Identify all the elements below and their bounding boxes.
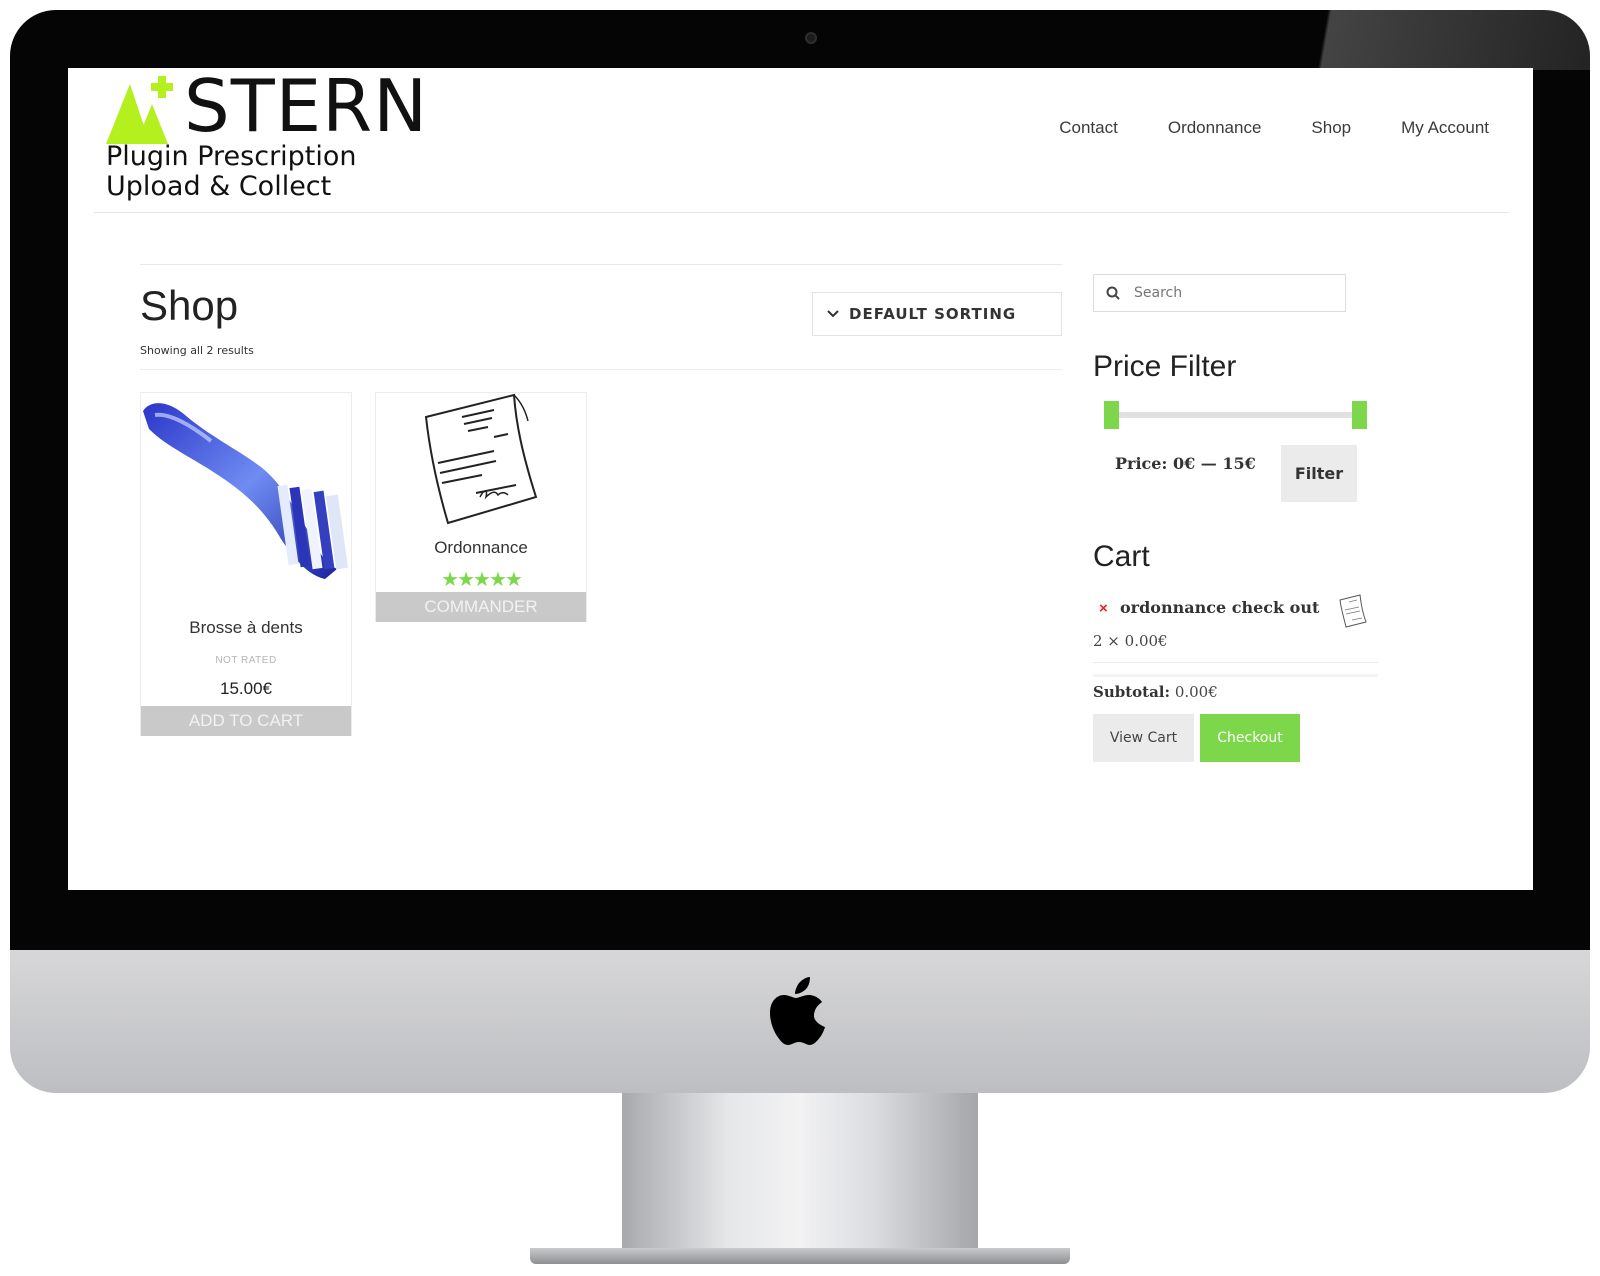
result-count: Showing all 2 results: [140, 344, 254, 357]
toothbrush-image: [143, 403, 349, 579]
nav-ordonnance[interactable]: Ordonnance: [1168, 118, 1262, 138]
price-slider-min-handle[interactable]: [1104, 401, 1119, 429]
header-divider: [94, 212, 1509, 213]
search-field[interactable]: [1093, 274, 1346, 312]
monitor-stand-base: [530, 1248, 1070, 1264]
checkout-button[interactable]: Checkout: [1200, 714, 1300, 762]
main-nav: Contact Ordonnance Shop My Account: [1059, 118, 1489, 138]
nav-my-account[interactable]: My Account: [1401, 118, 1489, 138]
prescription-document-image: [424, 393, 538, 525]
cart-title: Cart: [1093, 540, 1150, 573]
price-range-label: Price: 0€ — 15€: [1115, 454, 1256, 473]
logo-tagline: Plugin Prescription Upload & Collect: [106, 141, 357, 202]
logo-mark-icon: [106, 76, 173, 144]
divider: [140, 369, 1062, 370]
star-rating-icon: ★★★★★: [441, 569, 523, 591]
search-input[interactable]: [1134, 285, 1324, 301]
product-card-brosse[interactable]: Brosse à dents NOT RATED 15.00€ ADD TO C…: [140, 392, 352, 736]
add-to-cart-button[interactable]: ADD TO CART: [141, 706, 351, 736]
search-icon: [1106, 286, 1120, 300]
nav-shop[interactable]: Shop: [1311, 118, 1351, 138]
remove-item-icon[interactable]: ×: [1099, 600, 1108, 617]
monitor-chin: [10, 950, 1590, 1093]
divider: [1093, 662, 1378, 663]
browser-screen: STERN Plugin Prescription Upload & Colle…: [68, 68, 1533, 890]
product-price: 15.00€: [220, 679, 272, 698]
divider: [140, 264, 1062, 265]
filter-button[interactable]: Filter: [1281, 445, 1357, 502]
commander-button[interactable]: COMMANDER: [376, 592, 586, 622]
monitor-stand: [622, 1093, 978, 1253]
view-cart-button[interactable]: View Cart: [1093, 714, 1194, 762]
subtotal-value: 0.00€: [1174, 683, 1218, 701]
cart-item-thumbnail[interactable]: [1336, 594, 1368, 628]
product-name[interactable]: Ordonnance: [376, 538, 586, 558]
price-slider-track[interactable]: [1112, 412, 1360, 418]
subtotal-label: Subtotal:: [1093, 683, 1171, 701]
cart-item-name[interactable]: ordonnance check out: [1120, 598, 1319, 617]
price-filter-title: Price Filter: [1093, 350, 1237, 383]
cart-subtotal: Subtotal: 0.00€: [1093, 683, 1218, 701]
product-card-ordonnance[interactable]: Ordonnance ★★★★★ COMMANDER: [375, 392, 587, 622]
camera: [805, 32, 817, 44]
sorting-label: DEFAULT SORTING: [849, 305, 1017, 323]
sorting-select[interactable]: DEFAULT SORTING: [812, 292, 1062, 336]
apple-logo-icon: [770, 977, 825, 1045]
nav-contact[interactable]: Contact: [1059, 118, 1118, 138]
site-logo[interactable]: STERN Plugin Prescription Upload & Colle…: [106, 70, 446, 206]
price-slider-max-handle[interactable]: [1352, 401, 1367, 429]
cart-item-quantity: 2 × 0.00€: [1093, 632, 1168, 650]
rating-text: NOT RATED: [215, 655, 277, 666]
chevron-down-icon: [827, 310, 839, 318]
page-title: Shop: [140, 282, 239, 329]
divider: [1093, 674, 1378, 677]
product-name[interactable]: Brosse à dents: [141, 618, 351, 638]
logo-wordmark: STERN: [184, 68, 429, 148]
